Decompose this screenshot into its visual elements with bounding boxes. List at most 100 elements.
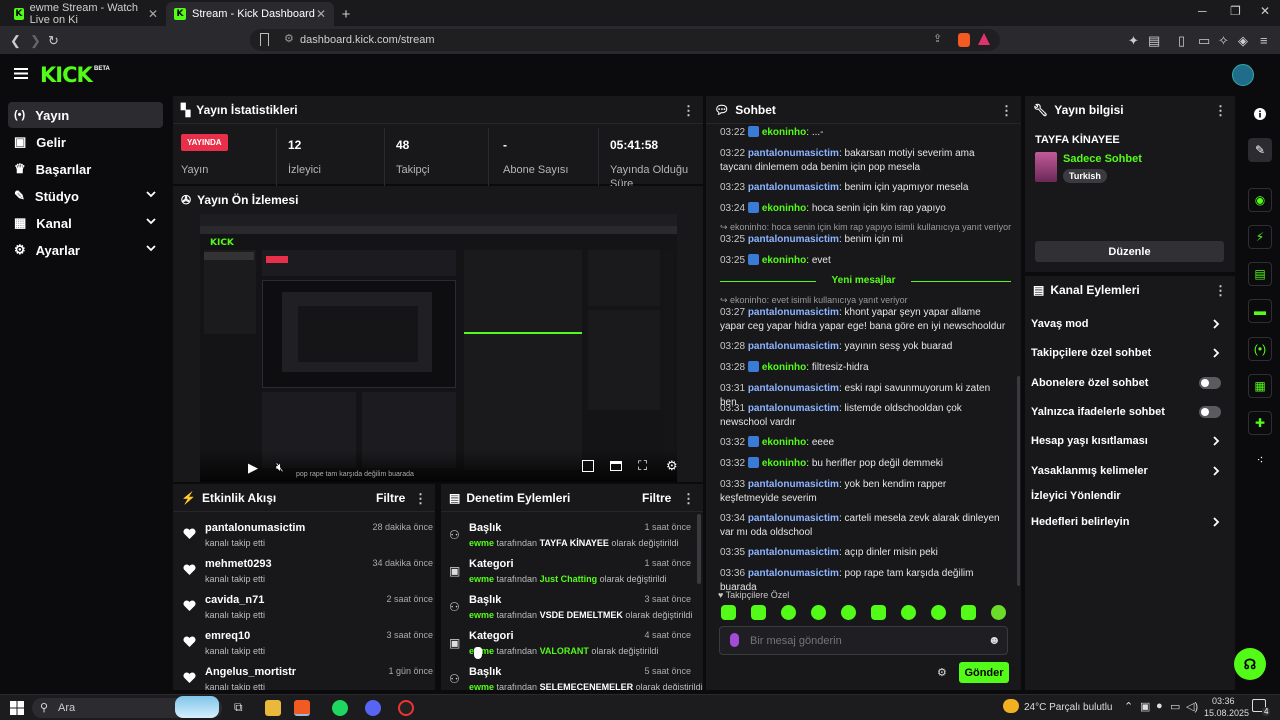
wrench-icon[interactable]: ✚ [1248,411,1272,435]
share-icon[interactable]: ⇪ [933,32,942,45]
chat-settings-gear-icon[interactable]: ⚙ [937,666,947,679]
spotify-icon[interactable] [332,700,348,716]
reading-list-icon[interactable]: ▤ [1148,33,1160,49]
microphone-icon[interactable] [730,633,739,647]
task-view-icon[interactable]: ⧉ [234,700,243,715]
extensions-icon[interactable]: ✦ [1128,33,1139,49]
edit-pencil-icon[interactable]: ✎ [1248,138,1272,162]
emote-icon[interactable] [871,605,886,620]
category-link[interactable]: Sadece Sohbet [1063,153,1142,165]
new-tab-button[interactable]: + [334,2,358,26]
more-options-icon[interactable]: ⋮ [682,103,695,119]
support-headset-icon[interactable]: ☊ [1234,648,1266,680]
kick-logo[interactable]: KICK [40,63,93,87]
sidebar-item-basarilar[interactable]: ♛ Başarılar [8,156,163,182]
more-options-icon[interactable]: ⋮ [414,491,427,507]
site-info-icon[interactable]: ⚙ [284,32,294,45]
chat-icon[interactable]: ▬ [1248,299,1272,323]
browser-tab-active[interactable]: K Stream - Kick Dashboard ✕ [166,2,334,26]
tray-app-icon[interactable]: ▣ [1140,700,1150,713]
action-host-viewers[interactable]: İzleyici Yönlendir [1031,490,1229,502]
url-field[interactable]: ⚙ dashboard.kick.com/stream ⇪ [250,29,1000,51]
scrollbar[interactable] [1017,376,1020,586]
more-options-icon[interactable]: ⋮ [1214,103,1227,119]
clock-time[interactable]: 03:36 [1212,696,1235,706]
action-subs-only[interactable]: Abonelere özel sohbet [1031,377,1229,389]
minimize-icon[interactable]: ─ [1198,4,1207,18]
chat-input[interactable] [750,631,970,651]
emote-icon[interactable] [901,605,916,620]
obs-icon[interactable] [398,700,414,716]
play-icon[interactable]: ▶ [248,460,258,476]
action-account-age[interactable]: Hesap yaşı kısıtlaması [1031,435,1229,447]
follower-name[interactable]: emreq10 [205,630,250,642]
tray-chevron-icon[interactable]: ⌃ [1124,700,1133,713]
sidebar-toggle-icon[interactable]: ▯ [1178,33,1185,49]
follower-name[interactable]: pantalonumasictim [205,522,305,534]
action-set-goals[interactable]: Hedefleri belirleyin [1031,516,1229,528]
more-options-icon[interactable]: ⋮ [1000,103,1013,119]
nodes-icon[interactable]: ⁖ [1248,448,1272,472]
file-explorer-icon[interactable] [265,700,281,716]
follower-name[interactable]: mehmet0293 [205,558,272,570]
menu-icon[interactable]: ≡ [1260,33,1268,48]
theater-icon[interactable] [610,461,622,471]
vpn-icon[interactable]: ◈ [1238,33,1248,49]
emote-icon[interactable] [841,605,856,620]
emote-icon[interactable] [931,605,946,620]
wallet-icon[interactable]: ▭ [1198,33,1210,49]
search-highlight-icon[interactable] [175,696,219,718]
avatar[interactable] [1232,64,1254,86]
filter-button[interactable]: Filtre [376,491,405,505]
weather-text[interactable]: 24°C Parçalı bulutlu [1024,702,1113,713]
brave-browser-icon[interactable] [294,700,310,716]
sidebar-item-studyo[interactable]: ✎ Stüdyo [8,183,163,209]
video-preview[interactable]: KICK ▶ 🔇︎ pop rape tam karşıda değilim b… [200,214,677,482]
toggle-switch[interactable] [1199,406,1221,418]
sidebar-item-gelir[interactable]: ▣ Gelir [8,129,163,155]
info-icon[interactable] [1248,102,1272,126]
edit-button[interactable]: Düzenle [1035,241,1224,262]
maximize-icon[interactable]: ❐ [1230,4,1241,18]
lightning-icon[interactable]: ⚡︎ [1248,225,1272,249]
send-button[interactable]: Gönder [959,662,1009,683]
pip-icon[interactable] [582,460,594,472]
settings-gear-icon[interactable]: ⚙ [666,458,677,474]
window-close-icon[interactable]: ✕ [1260,4,1270,18]
sidebar-item-ayarlar[interactable]: ⚙ Ayarlar [8,237,163,263]
action-emote-only[interactable]: Yalnızca ifadelerle sohbet [1031,406,1229,418]
scrollbar[interactable] [697,514,701,584]
follower-name[interactable]: Angelus_mortistr [205,666,296,678]
close-icon[interactable]: ✕ [148,7,158,21]
sidebar-item-yayin[interactable]: (•) Yayın [8,102,163,128]
back-icon[interactable]: ❮ [10,33,21,49]
action-slow-mode[interactable]: Yavaş mod [1031,318,1229,330]
action-followers-only[interactable]: Takipçilere özel sohbet [1031,347,1229,359]
close-icon[interactable]: ✕ [316,7,326,21]
emote-icon[interactable] [721,605,736,620]
windows-start-icon[interactable] [10,701,24,715]
emote-icon[interactable] [991,605,1006,620]
fullscreen-icon[interactable]: ⛶ [638,458,647,474]
action-banned-words[interactable]: Yasaklanmış kelimeler [1031,465,1229,477]
toggle-switch[interactable] [1199,377,1221,389]
camera-icon[interactable]: ◉ [1248,188,1272,212]
follower-name[interactable]: cavida_n71 [205,594,264,606]
volume-icon[interactable]: ◁) [1186,700,1198,713]
more-options-icon[interactable]: ⋮ [682,491,695,507]
emote-icon[interactable] [811,605,826,620]
sidebar-item-kanal[interactable]: ▦ Kanal [8,210,163,236]
filter-button[interactable]: Filtre [642,491,671,505]
emote-icon[interactable] [781,605,796,620]
brave-shield-icon[interactable] [958,33,970,47]
forward-icon[interactable]: ❯ [30,33,41,49]
reload-icon[interactable]: ↻ [48,33,59,49]
clock-date[interactable]: 15.08.2025 [1204,708,1249,718]
network-icon[interactable]: ▭ [1170,700,1180,713]
leo-ai-icon[interactable]: ✧ [1218,33,1229,49]
moderation-icon[interactable]: ▦ [1248,374,1272,398]
microphone-tray-icon[interactable]: ● [1156,700,1163,712]
discord-icon[interactable] [365,700,381,716]
document-icon[interactable]: ▤ [1248,262,1272,286]
chat-input-box[interactable]: ☻ [719,626,1008,655]
